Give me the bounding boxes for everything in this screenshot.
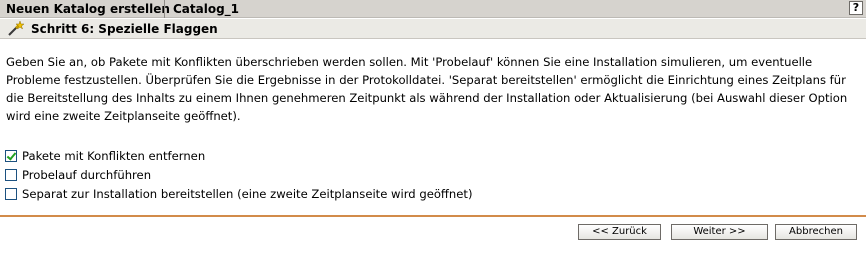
dry-run-checkbox[interactable] (5, 169, 17, 181)
title-bar: Neuen Katalog erstellen Catalog_1 ? (0, 0, 866, 18)
help-button[interactable]: ? (849, 1, 863, 15)
title-separator (164, 0, 165, 18)
wizard-page: Neuen Katalog erstellen Catalog_1 ? Schr… (0, 0, 866, 257)
option-stage-separately[interactable]: Separat zur Installation bereitstellen (… (5, 186, 472, 202)
option-dry-run[interactable]: Probelauf durchführen (5, 167, 151, 183)
footer-divider (0, 215, 866, 217)
wizard-wand-icon (7, 20, 25, 37)
next-button[interactable]: Weiter >> (671, 224, 768, 240)
step-header: Schritt 6: Spezielle Flaggen (0, 19, 866, 39)
option-label: Pakete mit Konflikten entfernen (22, 149, 206, 163)
step-description: Geben Sie an, ob Pakete mit Konflikten ü… (6, 53, 860, 125)
option-remove-conflicts[interactable]: Pakete mit Konflikten entfernen (5, 148, 205, 164)
cancel-button[interactable]: Abbrechen (775, 224, 857, 240)
option-label: Probelauf durchführen (22, 168, 152, 182)
description-line: Probleme festzustellen. Überprüfen Sie d… (6, 73, 846, 87)
step-title: Schritt 6: Spezielle Flaggen (31, 22, 218, 36)
stage-separately-checkbox[interactable] (5, 188, 17, 200)
option-label: Separat zur Installation bereitstellen (… (22, 187, 473, 201)
window-title: Neuen Katalog erstellen (6, 2, 170, 16)
catalog-name: Catalog_1 (173, 2, 240, 16)
back-button[interactable]: << Zurück (578, 224, 661, 240)
description-line: Geben Sie an, ob Pakete mit Konflikten ü… (6, 55, 813, 69)
description-line: die Bereitstellung des Inhalts zu einem … (6, 91, 848, 105)
description-line: wird eine zweite Zeitplanseite geöffnet)… (6, 109, 241, 123)
remove-conflicts-checkbox[interactable] (5, 150, 17, 162)
